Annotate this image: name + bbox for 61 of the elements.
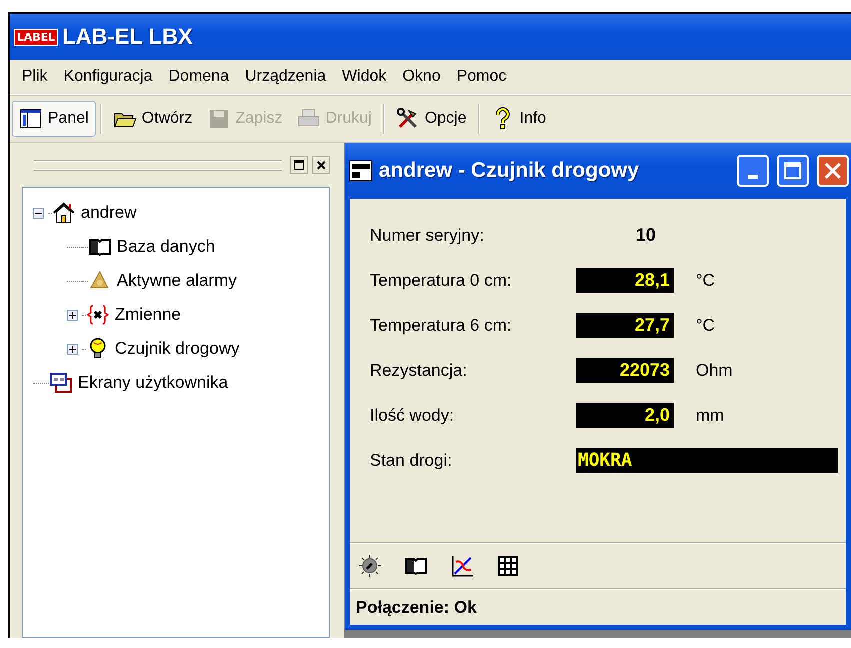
menu-item[interactable]: Konfiguracja (56, 68, 161, 86)
minimize-icon (748, 175, 758, 179)
tree-item[interactable]: andrew (81, 203, 137, 223)
window-icon (294, 160, 304, 170)
connection-status: Połączenie: Ok (356, 598, 477, 618)
toolbar-button[interactable]: Info (484, 101, 554, 137)
value-display: 22073 (576, 358, 674, 383)
toolbar-button[interactable]: Otwórz (106, 101, 200, 137)
field-label: Stan drogi: (370, 450, 454, 470)
unit-label: °C (696, 270, 716, 290)
menu-item[interactable]: Widok (334, 68, 395, 86)
expand-button[interactable] (67, 310, 78, 320)
close-icon (316, 160, 326, 170)
minimize-button[interactable] (737, 155, 769, 187)
window-icon (349, 160, 373, 182)
tree-item[interactable]: Ekrany użytkownika (78, 373, 228, 393)
tree-item[interactable]: Baza danych (117, 237, 216, 257)
value-display: 28,1 (576, 268, 674, 293)
dial-icon (358, 554, 382, 578)
window-title: LAB-EL LBX (62, 24, 193, 50)
toolbar-button[interactable]: Panel (12, 101, 96, 137)
plus-icon (69, 312, 76, 318)
serial-number: 10 (634, 225, 657, 246)
line-chart-icon (450, 554, 474, 578)
unit-label: mm (696, 406, 726, 426)
tree-item[interactable]: Aktywne alarmy (117, 271, 237, 291)
value-display: 27,7 (576, 313, 674, 338)
status-display: MOKRA (576, 448, 838, 473)
field-label: Rezystancja: (370, 360, 468, 380)
unit-label: °C (696, 316, 716, 336)
field-label: Temperatura 0 cm: (370, 270, 513, 290)
menu-item[interactable]: Okno (394, 68, 449, 86)
tree-item[interactable]: Zmienne (115, 305, 182, 325)
menu-item[interactable]: Pomoc (448, 68, 515, 86)
dock-button[interactable] (290, 156, 308, 174)
menu-item[interactable]: Domena (160, 68, 238, 86)
table-icon (496, 554, 520, 578)
panel-icon (19, 107, 43, 131)
maximize-button[interactable] (777, 155, 809, 187)
expand-button[interactable] (67, 344, 78, 354)
house-icon (52, 201, 76, 225)
field-label: Temperatura 6 cm: (370, 316, 513, 336)
maximize-icon (784, 162, 802, 180)
field-label: Ilość wody: (370, 406, 456, 426)
toolbar-button[interactable]: Opcje (388, 101, 474, 137)
value-display: 2,0 (576, 403, 674, 428)
windows-icon (49, 371, 73, 395)
child-window-title: andrew - Czujnik drogowy (379, 159, 640, 183)
collapse-button[interactable] (33, 208, 44, 218)
close-button[interactable] (312, 156, 330, 174)
app-logo: LABEL (14, 28, 58, 46)
menu-item[interactable]: Plik (14, 68, 56, 86)
braces-icon (86, 303, 110, 327)
panel-gripper[interactable] (34, 160, 282, 170)
close-icon (824, 162, 842, 180)
menu-item[interactable]: Urządzenia (237, 68, 334, 86)
unit-label: Ohm (696, 360, 734, 380)
field-label: Numer seryjny: (370, 226, 486, 246)
tools-icon (396, 107, 420, 131)
tree-item[interactable]: Czujnik drogowy (115, 339, 240, 359)
plus-icon (69, 346, 76, 352)
